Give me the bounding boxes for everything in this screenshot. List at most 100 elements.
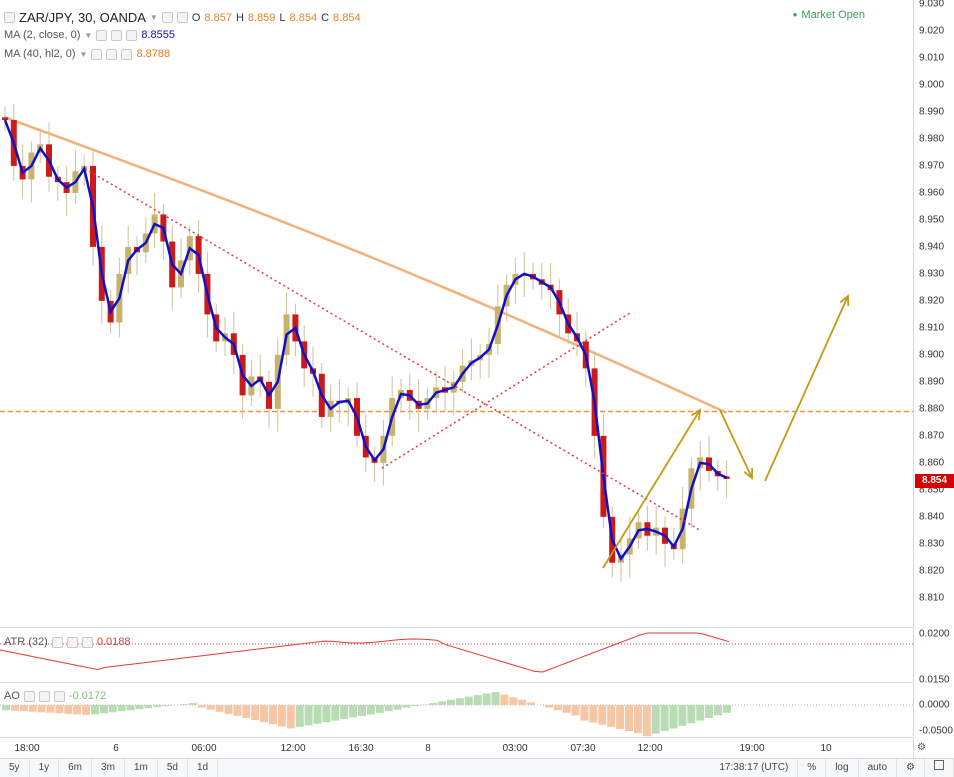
range-1d-button[interactable]: 1d bbox=[188, 759, 219, 777]
ma40-value: 8.8788 bbox=[136, 48, 171, 60]
ao-chart[interactable] bbox=[0, 683, 913, 737]
time-tick: 6 bbox=[113, 743, 119, 754]
ao-bar bbox=[527, 702, 536, 705]
ao-bar bbox=[633, 705, 642, 734]
price-tick: 8.920 bbox=[919, 295, 945, 307]
maximize-icon[interactable] bbox=[925, 759, 954, 777]
eye-icon[interactable] bbox=[91, 48, 103, 60]
range-1y-button[interactable]: 1y bbox=[30, 759, 60, 777]
ao-label[interactable]: AO bbox=[4, 690, 20, 702]
chevron-down-icon[interactable]: ▼ bbox=[150, 13, 158, 22]
collapse-icon[interactable] bbox=[4, 12, 15, 23]
ao-bar bbox=[295, 705, 304, 727]
ma2-label[interactable]: MA (2, close, 0) bbox=[4, 29, 80, 41]
close-icon[interactable] bbox=[53, 690, 65, 702]
ao-bar bbox=[251, 705, 260, 721]
auto-toggle[interactable]: auto bbox=[859, 759, 898, 777]
price-tick: 8.890 bbox=[919, 376, 945, 388]
range-1m-button[interactable]: 1m bbox=[125, 759, 158, 777]
eye-icon[interactable] bbox=[23, 690, 35, 702]
eye-icon[interactable] bbox=[51, 636, 63, 648]
ao-bar bbox=[108, 705, 117, 713]
atr-chart[interactable] bbox=[0, 628, 913, 682]
chevron-down-icon[interactable]: ▼ bbox=[84, 31, 92, 40]
clock-readout[interactable]: 17:38:17 (UTC) bbox=[710, 759, 799, 777]
settings-icon[interactable] bbox=[38, 690, 50, 702]
settings-icon[interactable] bbox=[106, 48, 118, 60]
time-tick: 12:00 bbox=[280, 743, 306, 754]
price-tick: 8.840 bbox=[919, 511, 945, 523]
settings-icon[interactable] bbox=[161, 12, 173, 23]
axis-corner: ⚙ bbox=[913, 738, 954, 759]
time-axis[interactable]: 18:00 6 06:00 12:00 16:30 8 03:00 07:30 12:00 19:… bbox=[0, 738, 913, 759]
ao-bar bbox=[2, 705, 10, 711]
ao-bar bbox=[553, 705, 562, 711]
ao-bar bbox=[46, 705, 55, 713]
current-price-tag: 8.854 bbox=[915, 474, 954, 488]
close-icon[interactable] bbox=[176, 12, 188, 23]
price-tick: 8.970 bbox=[919, 160, 945, 172]
ao-bar bbox=[473, 695, 482, 705]
ao-axis[interactable]: 0.0000 -0.0500 bbox=[913, 683, 954, 737]
price-axis[interactable]: 9.030 9.020 9.010 9.000 8.990 8.980 8.970 8.960… bbox=[913, 0, 954, 627]
ao-bar bbox=[589, 705, 598, 723]
time-tick: 03:00 bbox=[502, 743, 528, 754]
close-icon[interactable] bbox=[121, 48, 133, 60]
price-pane[interactable]: ZAR/JPY, 30, OANDA ▼ O 8.857 H 8.859 L 8… bbox=[0, 0, 913, 628]
ao-bar bbox=[37, 705, 46, 713]
ao-bar bbox=[500, 694, 509, 705]
eye-icon[interactable] bbox=[96, 29, 108, 41]
price-tick: 8.980 bbox=[919, 133, 945, 145]
ao-bar bbox=[411, 705, 420, 707]
chevron-down-icon[interactable]: ▼ bbox=[80, 50, 88, 59]
time-tick: 10 bbox=[820, 743, 832, 754]
atr-pane[interactable]: ATR (32) 0.0188 bbox=[0, 628, 913, 683]
ao-bar bbox=[135, 705, 144, 710]
log-toggle[interactable]: log bbox=[826, 759, 859, 777]
ao-bar bbox=[313, 705, 322, 724]
price-tick: 8.990 bbox=[919, 106, 945, 118]
range-3m-button[interactable]: 3m bbox=[92, 759, 125, 777]
ao-bar bbox=[331, 705, 340, 721]
range-6m-button[interactable]: 6m bbox=[59, 759, 93, 777]
atr-axis[interactable]: 0.0200 0.0150 bbox=[913, 628, 954, 686]
settings-icon[interactable] bbox=[66, 636, 78, 648]
ao-bar bbox=[420, 704, 429, 705]
atr-legend: ATR (32) 0.0188 bbox=[4, 636, 130, 648]
ma40-line bbox=[4, 116, 728, 414]
ao-bar bbox=[366, 705, 375, 715]
percent-toggle[interactable]: % bbox=[798, 759, 827, 777]
ao-bar bbox=[625, 705, 633, 731]
price-chart[interactable] bbox=[0, 0, 913, 627]
ao-bar bbox=[224, 705, 233, 714]
ao-bar bbox=[73, 705, 82, 715]
symbol-title[interactable]: ZAR/JPY, 30, OANDA bbox=[19, 10, 146, 25]
ao-pane[interactable]: AO -0.0172 bbox=[0, 683, 913, 738]
ao-legend: AO -0.0172 bbox=[4, 690, 106, 702]
settings-icon[interactable]: ⚙ bbox=[897, 759, 925, 777]
ao-bar bbox=[544, 705, 553, 708]
close-value: 8.854 bbox=[333, 11, 361, 24]
range-5y-button[interactable]: 5y bbox=[0, 759, 30, 777]
ao-bar bbox=[286, 705, 295, 729]
settings-icon[interactable]: ⚙ bbox=[917, 742, 926, 753]
close-icon[interactable] bbox=[81, 636, 93, 648]
ao-bar bbox=[197, 705, 206, 708]
atr-label[interactable]: ATR (32) bbox=[4, 636, 48, 648]
time-tick: 18:00 bbox=[14, 743, 40, 754]
ao-bar bbox=[375, 705, 384, 713]
price-tick: 8.950 bbox=[919, 214, 945, 226]
ao-bar bbox=[669, 705, 678, 729]
price-tick: 8.830 bbox=[919, 538, 945, 550]
settings-icon[interactable] bbox=[111, 29, 123, 41]
ao-bar bbox=[722, 705, 731, 713]
time-tick: 12:00 bbox=[637, 743, 663, 754]
ma40-label[interactable]: MA (40, hl2, 0) bbox=[4, 48, 76, 60]
price-tick: 9.010 bbox=[919, 52, 945, 64]
arrow-up-target bbox=[764, 295, 849, 482]
ao-bar bbox=[260, 705, 269, 723]
ao-bar bbox=[349, 705, 358, 718]
close-icon[interactable] bbox=[126, 29, 138, 41]
range-5d-button[interactable]: 5d bbox=[158, 759, 188, 777]
ao-bar bbox=[304, 705, 313, 726]
